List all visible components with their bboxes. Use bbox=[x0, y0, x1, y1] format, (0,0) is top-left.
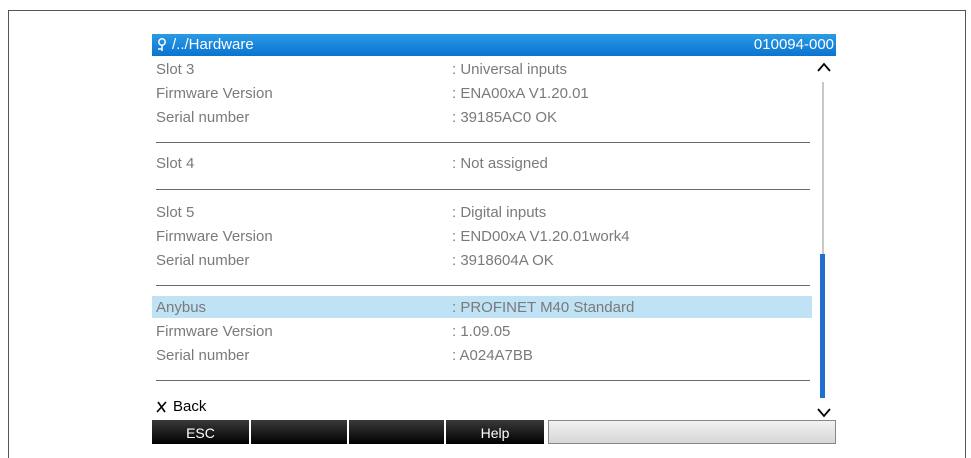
divider bbox=[156, 380, 810, 381]
softkey-3[interactable] bbox=[349, 420, 446, 444]
row-label: Slot 4 bbox=[156, 155, 195, 172]
list-item[interactable]: Serial number : A024A7BB bbox=[152, 344, 812, 366]
scrollbar-thumb[interactable] bbox=[820, 254, 825, 398]
list-item-selected[interactable]: Anybus : PROFINET M40 Standard bbox=[152, 296, 812, 318]
list-item[interactable]: Firmware Version : ENA00xA V1.20.01 bbox=[152, 82, 812, 104]
row-value: : Universal inputs bbox=[452, 61, 568, 78]
back-item[interactable]: Back bbox=[156, 398, 206, 415]
row-label: Slot 5 bbox=[156, 204, 195, 221]
row-value: : PROFINET M40 Standard bbox=[452, 299, 635, 316]
back-label: Back bbox=[173, 398, 207, 415]
chevron-up-icon[interactable] bbox=[816, 60, 832, 74]
row-value: : END00xA V1.20.01work4 bbox=[452, 228, 630, 245]
divider bbox=[156, 189, 810, 190]
row-value: : ENA00xA V1.20.01 bbox=[452, 85, 589, 102]
scrollbar[interactable] bbox=[816, 56, 836, 420]
row-label: Firmware Version bbox=[156, 228, 273, 245]
row-label: Anybus bbox=[156, 299, 207, 316]
softkey-5[interactable] bbox=[548, 420, 836, 444]
device-screen: /../Hardware 010094-000 Slot 3 : Univers… bbox=[152, 34, 836, 444]
row-value: : 39185AC0 OK bbox=[452, 109, 558, 126]
divider bbox=[156, 142, 810, 143]
tree-icon bbox=[158, 37, 166, 51]
breadcrumb: /../Hardware bbox=[156, 36, 254, 53]
close-icon bbox=[156, 400, 167, 413]
softkey-bar: ESC Help bbox=[152, 420, 836, 444]
row-value: : 3918604A OK bbox=[452, 252, 554, 269]
row-value: : 1.09.05 bbox=[452, 323, 511, 340]
chevron-down-icon[interactable] bbox=[816, 406, 832, 420]
row-label: Serial number bbox=[156, 347, 250, 364]
list-item[interactable]: Serial number : 3918604A OK bbox=[152, 249, 812, 271]
row-label: Firmware Version bbox=[156, 85, 273, 102]
list-item[interactable]: Firmware Version : 1.09.05 bbox=[152, 320, 812, 342]
device-code: 010094-000 bbox=[753, 36, 834, 53]
row-label: Serial number bbox=[156, 252, 250, 269]
row-label: Slot 3 bbox=[156, 61, 195, 78]
list-item[interactable]: Serial number : 39185AC0 OK bbox=[152, 106, 812, 128]
list-item[interactable]: Slot 3 : Universal inputs bbox=[152, 58, 812, 80]
softkey-2[interactable] bbox=[251, 420, 349, 444]
row-value: : Digital inputs bbox=[452, 204, 547, 221]
row-label: Serial number bbox=[156, 109, 250, 126]
divider bbox=[156, 285, 810, 286]
title-bar: /../Hardware 010094-000 bbox=[152, 34, 836, 56]
esc-button[interactable]: ESC bbox=[152, 420, 251, 444]
list-item[interactable]: Firmware Version : END00xA V1.20.01work4 bbox=[152, 225, 812, 247]
breadcrumb-path: /../Hardware bbox=[172, 36, 254, 53]
list-item[interactable]: Slot 5 : Digital inputs bbox=[152, 201, 812, 223]
row-value: : Not assigned bbox=[452, 155, 548, 172]
list-item[interactable]: Slot 4 : Not assigned bbox=[152, 152, 812, 174]
help-button[interactable]: Help bbox=[446, 420, 546, 444]
row-label: Firmware Version bbox=[156, 323, 273, 340]
row-value: : A024A7BB bbox=[452, 347, 533, 364]
